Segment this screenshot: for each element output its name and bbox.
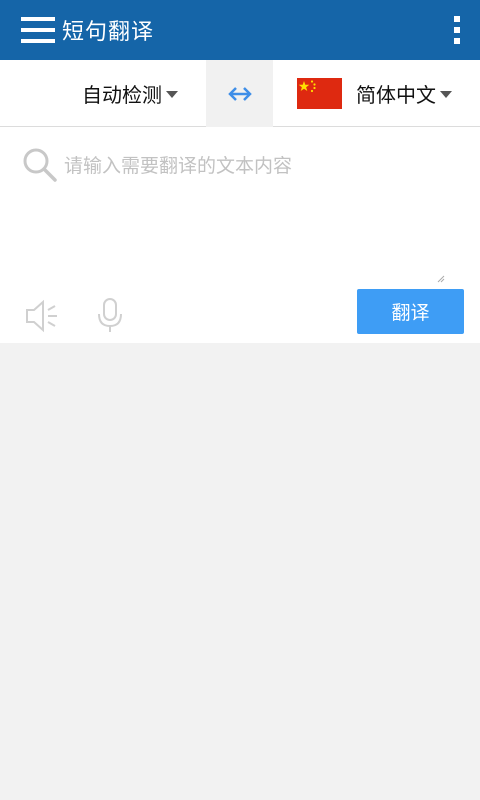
- china-flag-icon[interactable]: [297, 78, 342, 109]
- translation-result-area: [0, 343, 480, 800]
- more-vertical-icon[interactable]: [416, 14, 460, 46]
- swap-languages-button[interactable]: [206, 60, 273, 127]
- hamburger-menu-icon[interactable]: [10, 0, 66, 60]
- dropdown-caret-icon: [166, 91, 178, 98]
- target-language-dropdown[interactable]: 简体中文: [356, 60, 452, 127]
- input-panel: 翻译: [0, 127, 480, 343]
- search-icon: [23, 148, 57, 182]
- microphone-icon[interactable]: [96, 297, 124, 333]
- source-language-label: 自动检测: [82, 83, 162, 107]
- dropdown-caret-icon: [440, 91, 452, 98]
- app-title: 短句翻译: [62, 20, 155, 45]
- swap-arrows-icon: [227, 86, 252, 101]
- resize-grip-icon[interactable]: [437, 275, 445, 283]
- source-text-input[interactable]: [64, 141, 454, 281]
- speaker-icon[interactable]: [24, 299, 60, 333]
- target-language-label: 简体中文: [356, 83, 436, 107]
- translate-button[interactable]: 翻译: [357, 289, 464, 334]
- language-bar: 自动检测 简体中文: [0, 60, 480, 127]
- app-bar: 短句翻译: [0, 0, 480, 60]
- source-language-dropdown[interactable]: 自动检测: [82, 60, 178, 127]
